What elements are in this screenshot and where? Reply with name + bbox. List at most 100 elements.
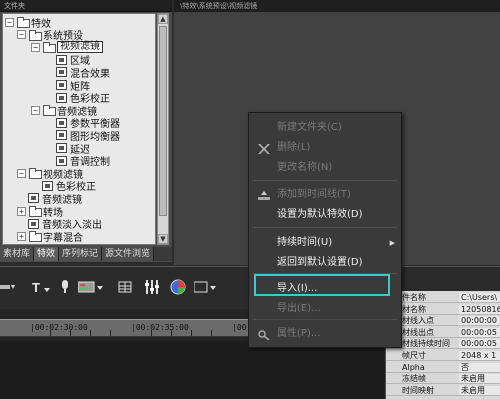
tab-sequence-markers[interactable]: 序列标记 bbox=[59, 247, 103, 261]
collapse-icon[interactable]: − bbox=[31, 42, 40, 52]
effects-tree[interactable]: − 特效 − 系统预设 − 视频滤镜 区域 混合效果 矩阵 色彩校正 − 音频滤镜 参数平衡器 图形均衡器… bbox=[2, 13, 156, 245]
tree-node[interactable]: + 字幕混合 bbox=[17, 230, 83, 244]
timeline-track-area[interactable] bbox=[0, 341, 390, 399]
microphone-icon[interactable] bbox=[58, 279, 72, 295]
grid-icon[interactable] bbox=[118, 279, 132, 295]
menu-item-label: 添加到时间线(T) bbox=[277, 189, 351, 200]
folder-icon bbox=[42, 105, 56, 117]
scroll-thumb[interactable] bbox=[159, 26, 167, 216]
svg-text:T: T bbox=[32, 280, 40, 294]
property-row[interactable]: 材线入点 00:00:00 bbox=[386, 316, 500, 327]
delete-icon bbox=[258, 143, 270, 155]
effect-icon bbox=[56, 155, 67, 166]
display-icon[interactable] bbox=[194, 279, 218, 295]
menu-item[interactable]: 属性(P)... bbox=[249, 325, 401, 343]
scroll-down-arrow-icon[interactable]: ▼ bbox=[158, 234, 168, 244]
menu-item-label: 属性(P)... bbox=[277, 328, 321, 339]
cut-icon[interactable] bbox=[0, 279, 16, 295]
tab-bin[interactable]: 素材库 bbox=[0, 247, 35, 261]
property-value: 12050816 bbox=[459, 304, 500, 314]
path-breadcrumb: \特效\系统预设\视频滤镜 bbox=[180, 2, 258, 10]
timecode-label: |00:02:30:00 bbox=[30, 323, 88, 332]
menu-separator bbox=[253, 227, 397, 228]
folder-panel-title: 文件夹 bbox=[4, 2, 25, 10]
properties-panel: 件名称 C:\Users\ 材名称 12050816 材线入点 00:00:00 材线出点 0… bbox=[385, 291, 500, 399]
effect-icon bbox=[28, 193, 39, 204]
tree-scrollbar[interactable]: ▲ ▼ bbox=[157, 13, 169, 245]
property-row[interactable]: Alpha 否 bbox=[386, 362, 500, 373]
mixer-icon[interactable] bbox=[144, 279, 160, 295]
menu-item[interactable]: 删除(L) bbox=[249, 139, 401, 157]
collapse-icon[interactable]: − bbox=[17, 168, 26, 178]
tree-node[interactable]: − 系统预设 bbox=[17, 29, 83, 43]
tab-effects[interactable]: 特效 bbox=[34, 247, 60, 261]
tab-source-browser[interactable]: 源文件浏览 bbox=[102, 247, 155, 261]
collapse-icon[interactable]: − bbox=[17, 30, 26, 40]
property-value: 00:00:05 bbox=[459, 339, 500, 349]
panel-tabs: 素材库 特效 序列标记 源文件浏览 bbox=[0, 247, 172, 261]
menu-item-label: 返回到默认设置(D) bbox=[277, 257, 363, 268]
effect-icon bbox=[56, 130, 67, 141]
folder-icon bbox=[28, 29, 42, 41]
effect-icon bbox=[56, 143, 67, 153]
effect-icon bbox=[42, 180, 53, 191]
menu-item[interactable]: 添加到时间线(T) bbox=[249, 186, 401, 204]
title-icon[interactable]: T bbox=[32, 279, 54, 295]
submenu-arrow-icon: ▶ bbox=[389, 239, 395, 247]
menu-item[interactable]: 更改名称(N) bbox=[249, 159, 401, 177]
expand-icon[interactable]: + bbox=[17, 206, 26, 216]
menu-item[interactable]: 持续时间(U) ▶ bbox=[249, 234, 401, 252]
property-row[interactable]: 时间映射 未启用 bbox=[386, 385, 500, 396]
property-row[interactable]: 材线持续时间 00:00:05 bbox=[386, 339, 500, 350]
track-icon[interactable] bbox=[78, 279, 106, 295]
collapse-icon[interactable]: − bbox=[31, 105, 40, 115]
path-bar: \特效\系统预设\视频滤镜 bbox=[174, 0, 500, 12]
property-key: 帧尺寸 bbox=[402, 351, 426, 360]
property-row[interactable]: 材线出点 00:00:05 bbox=[386, 327, 500, 338]
property-value: 00:00:00 bbox=[459, 316, 500, 326]
effect-icon bbox=[56, 92, 67, 103]
property-row[interactable]: 帧尺寸 2048 x 1 bbox=[386, 351, 500, 361]
property-row[interactable]: 冻结帧 未启用 bbox=[386, 374, 500, 385]
folder-icon bbox=[42, 42, 56, 54]
expand-icon[interactable]: + bbox=[17, 231, 26, 241]
context-menu: 新建文件夹(C) 删除(L) 更改名称(N) 添加到时间线(T) 设置为默认特效(D) 持… bbox=[248, 112, 402, 348]
scroll-up-arrow-icon[interactable]: ▲ bbox=[158, 14, 168, 24]
menu-item[interactable]: 导出(E)... bbox=[249, 300, 401, 318]
collapse-icon[interactable]: − bbox=[5, 17, 14, 27]
tree-node-label: 系统预设 bbox=[43, 31, 83, 43]
property-row[interactable]: 件名称 C:\Users\ bbox=[386, 293, 500, 303]
folder-panel: 文件夹 − 特效 − 系统预设 − 视频滤镜 区域 混合效果 矩阵 色彩校正 − 音频滤镜 参数平衡器图… bbox=[0, 0, 172, 262]
folder-panel-header: 文件夹 bbox=[0, 0, 172, 12]
color-wheel-icon[interactable] bbox=[170, 279, 186, 295]
property-value: 否 bbox=[459, 362, 500, 372]
folder-icon bbox=[28, 206, 42, 217]
effect-icon bbox=[56, 80, 67, 90]
menu-item-label: 更改名称(N) bbox=[277, 162, 333, 173]
property-row[interactable]: 材名称 12050816 bbox=[386, 304, 500, 315]
add-to-timeline-icon bbox=[258, 190, 270, 200]
menu-separator bbox=[253, 319, 397, 320]
menu-item[interactable]: 新建文件夹(C) bbox=[249, 119, 401, 137]
highlight-box bbox=[254, 274, 390, 296]
property-value: 未启用 bbox=[459, 385, 500, 395]
tree-node[interactable]: − 视频滤镜 bbox=[31, 41, 103, 54]
property-value: 未启用 bbox=[459, 374, 500, 384]
menu-item-label: 导出(E)... bbox=[277, 303, 321, 314]
property-value: 00:00:05 bbox=[459, 327, 500, 337]
menu-item[interactable]: 设置为默认特效(D) bbox=[249, 206, 401, 224]
property-key: 时间映射 bbox=[402, 385, 434, 395]
menu-item-label: 删除(L) bbox=[277, 142, 311, 153]
timecode-label: |00:02:35:00 bbox=[131, 323, 189, 332]
property-key: Alpha bbox=[402, 362, 425, 372]
effect-icon bbox=[56, 54, 67, 65]
menu-item[interactable]: 返回到默认设置(D) bbox=[249, 254, 401, 272]
menu-item-label: 新建文件夹(C) bbox=[277, 122, 342, 133]
property-value: C:\Users\ bbox=[459, 293, 500, 302]
folder-icon bbox=[28, 231, 42, 243]
property-key: 冻结帧 bbox=[402, 374, 426, 384]
menu-item-label: 持续时间(U) bbox=[277, 237, 333, 248]
tree-node-label: 字幕混合 bbox=[43, 232, 83, 244]
folder-icon bbox=[28, 168, 42, 180]
effect-icon bbox=[28, 218, 39, 229]
